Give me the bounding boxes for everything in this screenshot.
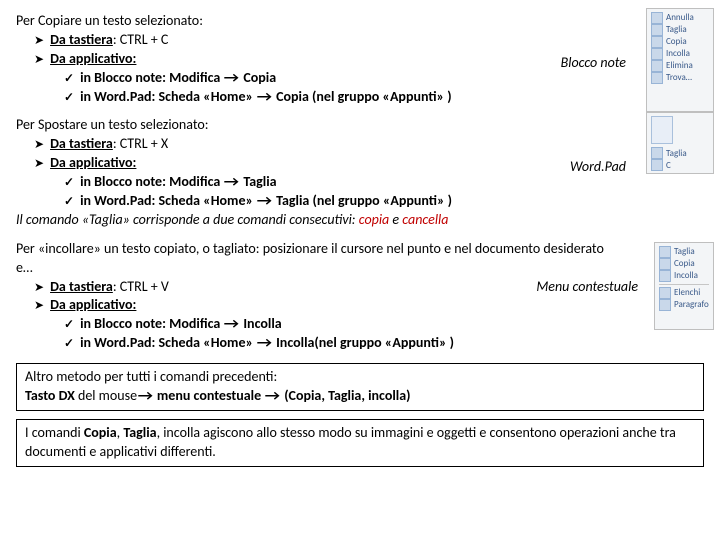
copy-icon xyxy=(651,159,663,171)
arrow-icon xyxy=(256,88,273,105)
float-label: Menu contestuale xyxy=(536,278,638,297)
kb-line: Da tastiera: CTRL + X xyxy=(16,135,704,154)
kb-line: Da tastiera: CTRL + C xyxy=(16,31,704,50)
arrow-icon xyxy=(256,192,273,209)
kb-label: Da tastiera xyxy=(50,31,113,48)
separator xyxy=(659,284,709,285)
title: Per Spostare un testo selezionato: xyxy=(16,116,704,135)
arrow-icon xyxy=(223,69,240,86)
box-alt-method: Altro metodo per tutti i comandi precede… xyxy=(16,363,704,411)
context-menu-thumb: Taglia Copia Incolla Elenchi Paragrafo xyxy=(654,242,714,330)
app-line: Da applicativo: xyxy=(16,296,704,315)
kb-val: : CTRL + V xyxy=(113,278,169,295)
arrow-icon xyxy=(223,315,240,332)
line2: Tasto DX del mouse menu contestuale (Cop… xyxy=(25,387,695,406)
section-copy: Per Copiare un testo selezionato: Da tas… xyxy=(16,12,704,106)
section-move: Per Spostare un testo selezionato: Da ta… xyxy=(16,116,704,229)
app-label: Da applicativo: xyxy=(50,296,136,313)
float-label: Word.Pad xyxy=(570,158,626,177)
note: Il comando «Taglia» corrisponde a due co… xyxy=(16,211,704,230)
section-paste: Per «incollare» un testo copiato, o tagl… xyxy=(16,240,704,353)
menu-icon xyxy=(651,60,663,72)
notepad-menu-thumb: Annulla Taglia Copia Incolla Elimina Tro… xyxy=(646,8,714,112)
menu-icon xyxy=(651,72,663,84)
arrow-icon xyxy=(264,387,281,404)
arrow-icon xyxy=(137,387,154,404)
menu-icon xyxy=(659,299,671,311)
menu-icon xyxy=(651,36,663,48)
paste-icon xyxy=(651,116,673,144)
title: Per «incollare» un testo copiato, o tagl… xyxy=(16,240,606,278)
cut-icon xyxy=(651,147,663,159)
app-label: Da applicativo: xyxy=(50,154,136,171)
kb-label: Da tastiera xyxy=(50,135,113,152)
sub2: in Word.Pad: Scheda «Home» Copia (nel gr… xyxy=(16,88,704,107)
float-label: Blocco note xyxy=(561,54,626,73)
menu-icon xyxy=(659,270,671,282)
arrow-icon xyxy=(223,173,240,190)
menu-icon xyxy=(659,246,671,258)
menu-icon xyxy=(651,48,663,60)
menu-icon xyxy=(651,12,663,24)
menu-icon xyxy=(659,287,671,299)
menu-icon xyxy=(659,258,671,270)
line1: Altro metodo per tutti i comandi precede… xyxy=(25,368,695,387)
box-summary: I comandi Copia, Taglia, incolla agiscon… xyxy=(16,419,704,467)
arrow-icon xyxy=(256,334,273,351)
title: Per Copiare un testo selezionato: xyxy=(16,12,704,31)
sub1: in Blocco note: Modifica Incolla xyxy=(16,315,704,334)
kb-val: : CTRL + X xyxy=(113,135,168,152)
app-label: Da applicativo: xyxy=(50,50,136,67)
sub2: in Word.Pad: Scheda «Home» Taglia (nel g… xyxy=(16,192,704,211)
menu-icon xyxy=(651,24,663,36)
wordpad-ribbon-thumb: Taglia C xyxy=(646,112,714,174)
kb-val: : CTRL + C xyxy=(113,31,169,48)
kb-label: Da tastiera xyxy=(50,278,113,295)
sub2: in Word.Pad: Scheda «Home» Incolla(nel g… xyxy=(16,334,704,353)
